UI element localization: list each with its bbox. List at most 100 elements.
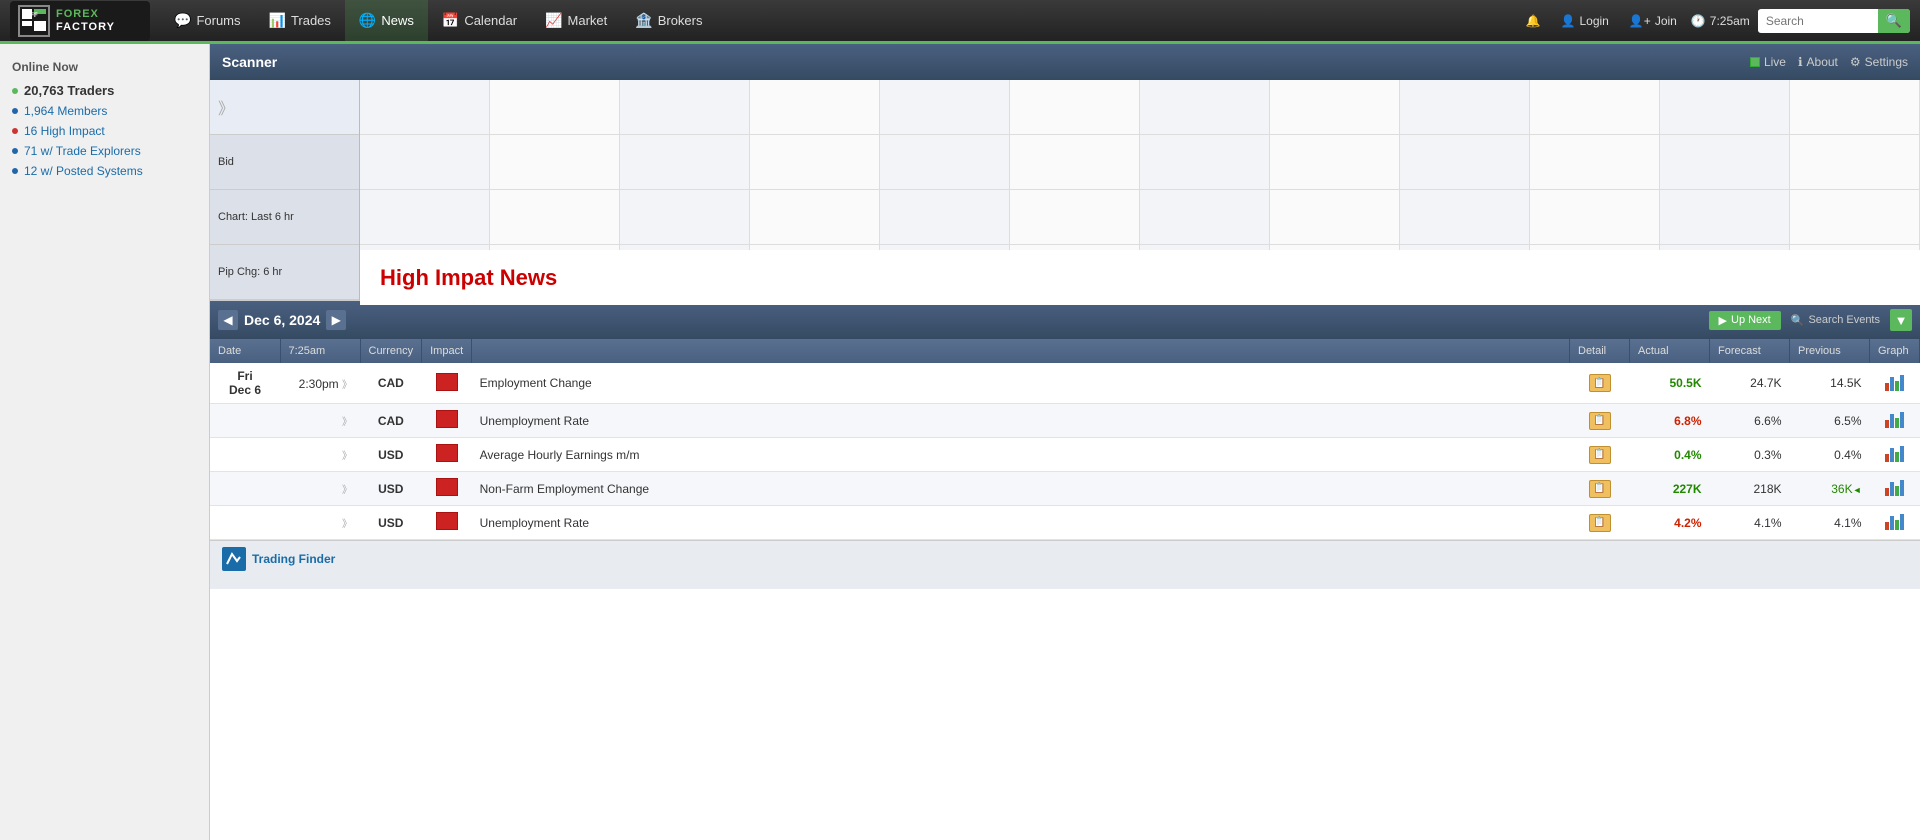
nav-trades[interactable]: 📊 Trades bbox=[255, 0, 345, 43]
login-button[interactable]: 👤 Login bbox=[1555, 14, 1615, 28]
scanner-panel: Scanner Live ℹ About ⚙ Settings bbox=[210, 44, 1920, 301]
online-now-title: Online Now bbox=[0, 54, 209, 80]
calendar-date: Dec 6, 2024 bbox=[244, 312, 320, 328]
join-icon: 👤+ bbox=[1629, 14, 1651, 28]
traders-count: 20,763 Traders bbox=[0, 80, 209, 101]
trades-icon: 📊 bbox=[269, 12, 286, 29]
scanner-cell bbox=[1270, 80, 1400, 135]
th-time[interactable]: 7:25am bbox=[280, 339, 360, 363]
table-row: 》CADUnemployment Rate📋6.8%6.6%6.5% bbox=[210, 404, 1920, 438]
live-dot bbox=[1750, 57, 1760, 67]
brokers-icon: 🏦 bbox=[635, 12, 652, 29]
calendar-header: ◀ Dec 6, 2024 ▶ ▶ Up Next 🔍 Search Event… bbox=[210, 301, 1920, 339]
nav-market[interactable]: 📈 Market bbox=[531, 0, 621, 43]
event-graph[interactable] bbox=[1870, 506, 1920, 540]
event-graph[interactable] bbox=[1870, 438, 1920, 472]
event-time: 》 bbox=[280, 438, 360, 472]
event-impact bbox=[422, 472, 472, 506]
event-previous: 0.4% bbox=[1790, 438, 1870, 472]
trade-explorers-dot bbox=[12, 148, 18, 154]
scanner-cell bbox=[1010, 190, 1140, 245]
trade-explorers-count[interactable]: 71 w/ Trade Explorers bbox=[0, 141, 209, 161]
event-name[interactable]: Employment Change bbox=[472, 363, 1570, 404]
search-events-icon: 🔍 bbox=[1791, 314, 1805, 327]
trading-finder-logo[interactable]: Trading Finder bbox=[222, 547, 335, 571]
scanner-cell bbox=[1140, 135, 1270, 190]
event-name[interactable]: Average Hourly Earnings m/m bbox=[472, 438, 1570, 472]
event-graph[interactable] bbox=[1870, 363, 1920, 404]
event-graph[interactable] bbox=[1870, 404, 1920, 438]
logo-text: FOREX FACTORY bbox=[56, 8, 115, 32]
nav-forums[interactable]: 💬 Forums bbox=[160, 0, 255, 43]
th-graph: Graph bbox=[1870, 339, 1920, 363]
scanner-cell bbox=[620, 135, 750, 190]
scanner-cell bbox=[1530, 80, 1660, 135]
event-actual: 50.5K bbox=[1630, 363, 1710, 404]
scanner-cell bbox=[360, 135, 490, 190]
event-detail[interactable]: 📋 bbox=[1570, 506, 1630, 540]
scanner-cell bbox=[750, 135, 880, 190]
event-name[interactable]: Unemployment Rate bbox=[472, 404, 1570, 438]
event-currency: USD bbox=[360, 472, 422, 506]
high-impact-count[interactable]: 16 High Impact bbox=[0, 121, 209, 141]
event-detail[interactable]: 📋 bbox=[1570, 363, 1630, 404]
event-previous: 4.1% bbox=[1790, 506, 1870, 540]
event-date bbox=[210, 438, 280, 472]
horizontal-scrollbar[interactable] bbox=[210, 577, 1920, 589]
sound-wave-icon: 》 bbox=[218, 95, 234, 119]
event-graph[interactable] bbox=[1870, 472, 1920, 506]
event-name[interactable]: Unemployment Rate bbox=[472, 506, 1570, 540]
notification-bell[interactable]: 🔔 bbox=[1520, 14, 1547, 28]
logo[interactable]: FF FOREX FACTORY bbox=[10, 1, 150, 41]
event-detail[interactable]: 📋 bbox=[1570, 404, 1630, 438]
join-button[interactable]: 👤+ Join bbox=[1623, 14, 1683, 28]
table-row: 》USDNon-Farm Employment Change📋227K218K3… bbox=[210, 472, 1920, 506]
search-button[interactable]: 🔍 bbox=[1878, 9, 1910, 33]
high-impact-text: High Impat News bbox=[380, 265, 557, 291]
event-name[interactable]: Non-Farm Employment Change bbox=[472, 472, 1570, 506]
calendar-icon: 📅 bbox=[442, 12, 459, 29]
table-row: 》USDAverage Hourly Earnings m/m📋0.4%0.3%… bbox=[210, 438, 1920, 472]
live-button[interactable]: Live bbox=[1750, 55, 1786, 69]
scanner-header: Scanner Live ℹ About ⚙ Settings bbox=[210, 44, 1920, 80]
header-row: Date 7:25am Currency Impact Detail Actua… bbox=[210, 339, 1920, 363]
scanner-cell bbox=[1010, 80, 1140, 135]
event-previous: 36K◄ bbox=[1790, 472, 1870, 506]
posted-systems-count[interactable]: 12 w/ Posted Systems bbox=[0, 161, 209, 181]
nav-brokers[interactable]: 🏦 Brokers bbox=[621, 0, 716, 43]
event-currency: USD bbox=[360, 506, 422, 540]
about-button[interactable]: ℹ About bbox=[1798, 55, 1838, 69]
th-detail: Detail bbox=[1570, 339, 1630, 363]
scanner-cell bbox=[1660, 80, 1790, 135]
search-box[interactable]: 🔍 bbox=[1758, 9, 1910, 33]
up-next-icon: ▶ bbox=[1719, 314, 1727, 327]
event-detail[interactable]: 📋 bbox=[1570, 438, 1630, 472]
trading-finder-label: Trading Finder bbox=[252, 552, 335, 566]
next-date-button[interactable]: ▶ bbox=[326, 310, 346, 330]
filter-button[interactable]: ▼ bbox=[1890, 309, 1912, 331]
scanner-label-chart: Chart: Last 6 hr bbox=[210, 190, 359, 245]
search-input[interactable] bbox=[1758, 10, 1878, 32]
search-events-button[interactable]: 🔍 Search Events bbox=[1791, 314, 1880, 327]
scanner-cell bbox=[880, 190, 1010, 245]
event-currency: USD bbox=[360, 438, 422, 472]
settings-button[interactable]: ⚙ Settings bbox=[1850, 55, 1908, 69]
scanner-cell bbox=[1660, 190, 1790, 245]
event-time: 》 bbox=[280, 506, 360, 540]
scanner-cell bbox=[1530, 135, 1660, 190]
members-count[interactable]: 1,964 Members bbox=[0, 101, 209, 121]
event-date bbox=[210, 404, 280, 438]
scanner-grid-area: for(let i=0;i<48;i++){ document.write('<… bbox=[360, 80, 1920, 300]
prev-date-button[interactable]: ◀ bbox=[218, 310, 238, 330]
scanner-cell bbox=[490, 190, 620, 245]
nav-news[interactable]: 🌐 News bbox=[345, 0, 428, 43]
calendar-panel: ◀ Dec 6, 2024 ▶ ▶ Up Next 🔍 Search Event… bbox=[210, 301, 1920, 540]
th-currency: Currency bbox=[360, 339, 422, 363]
event-actual: 6.8% bbox=[1630, 404, 1710, 438]
nav-calendar[interactable]: 📅 Calendar bbox=[428, 0, 531, 43]
scanner-title: Scanner bbox=[222, 54, 277, 70]
up-next-button[interactable]: ▶ Up Next bbox=[1709, 311, 1781, 330]
scanner-cell bbox=[1790, 135, 1920, 190]
posted-systems-dot bbox=[12, 168, 18, 174]
event-detail[interactable]: 📋 bbox=[1570, 472, 1630, 506]
